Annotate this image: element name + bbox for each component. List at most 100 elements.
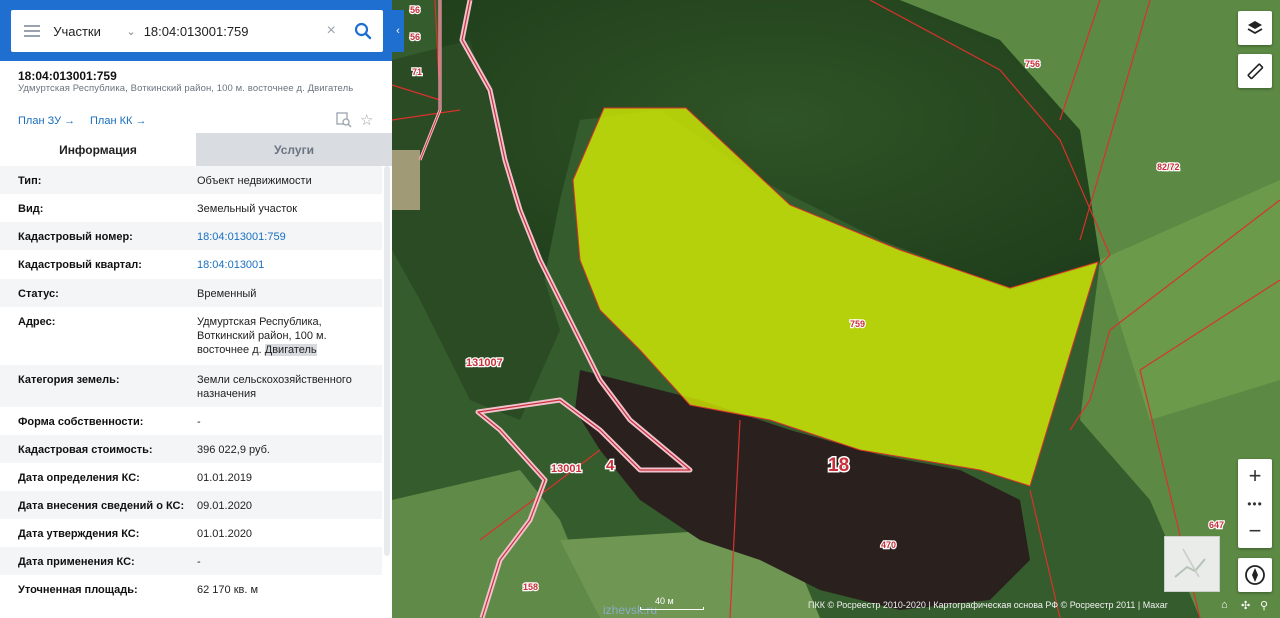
parcel-address: Удмуртская Республика, Воткинский район,…	[18, 83, 354, 94]
info-key: Кадастровый номер:	[18, 231, 133, 243]
map-label-4: 4	[606, 457, 615, 474]
search-bar: Участки ⌄ ×	[0, 0, 392, 61]
map-label-647: 647	[1209, 520, 1224, 530]
search-box: Участки ⌄ ×	[11, 10, 383, 52]
info-row: Кадастровый номер: 18:04:013001:759	[0, 222, 382, 250]
info-value: Объект недвижимости	[197, 175, 312, 187]
chevron-left-icon: ‹	[396, 25, 400, 37]
zoom-more-button[interactable]: •••	[1238, 493, 1272, 514]
info-key: Адрес:	[18, 316, 56, 328]
info-table: Тип: Объект недвижимости Вид: Земельный …	[0, 166, 382, 603]
info-key: Форма собственности:	[18, 416, 144, 428]
ruler-icon	[1247, 63, 1264, 80]
info-value: -	[197, 416, 201, 428]
home-icon[interactable]: ⌂	[1221, 599, 1228, 611]
search-type-select[interactable]: Участки ⌄	[53, 10, 141, 52]
map-label-82772: 82/72	[1157, 162, 1180, 172]
search-icon[interactable]	[343, 10, 383, 52]
compass-icon	[1245, 565, 1265, 585]
locate-icon[interactable]: ✣	[1241, 599, 1250, 612]
info-row: Уточненная площадь: 62 170 кв. м	[0, 575, 382, 603]
info-value: Временный	[197, 288, 257, 300]
star-icon[interactable]: ☆	[360, 111, 373, 129]
zoom-in-button[interactable]: +	[1238, 459, 1272, 493]
close-icon[interactable]: ×	[320, 10, 343, 52]
menu-icon[interactable]	[11, 10, 53, 52]
ruler-button[interactable]	[1238, 54, 1272, 88]
parcel-header: 18:04:013001:759 Удмуртская Республика, …	[0, 61, 392, 133]
search-type-label: Участки	[53, 23, 101, 39]
compass-button[interactable]	[1238, 558, 1272, 592]
info-key: Тип:	[18, 175, 42, 187]
info-key: Уточненная площадь:	[18, 584, 138, 596]
info-key: Кадастровый квартал:	[18, 259, 142, 271]
info-value: Земельный участок	[197, 203, 298, 215]
info-key: Дата внесения сведений о КС:	[18, 500, 185, 512]
info-row: Кадастровая стоимость: 396 022,9 руб.	[0, 435, 382, 463]
minimap-graphic	[1174, 548, 1206, 578]
map-label-131007: 131007	[466, 357, 503, 369]
info-value: 09.01.2020	[197, 500, 253, 512]
plan-kk-link[interactable]: План КК →	[90, 115, 146, 127]
watermark: izhevsk.ru	[603, 603, 658, 617]
zoom-out-button[interactable]: −	[1238, 514, 1272, 548]
minimap[interactable]	[1164, 536, 1220, 592]
person-icon[interactable]: ⚲	[1260, 599, 1268, 612]
map-label-158: 158	[523, 582, 538, 592]
info-key: Кадастровая стоимость:	[18, 444, 153, 456]
scale-bar	[640, 607, 704, 610]
map-label-56: 56	[410, 5, 420, 15]
map-label-756: 756	[1025, 59, 1040, 69]
address-value: Удмуртская Республика, Воткинский район,…	[197, 315, 377, 357]
layers-icon	[1247, 21, 1263, 35]
info-row: Дата внесения сведений о КС: 09.01.2020	[0, 491, 382, 519]
info-value: Земли сельскохозяйственного назначения	[197, 374, 352, 400]
map-label-13001: 13001	[551, 463, 582, 475]
panel-tabs: Информация Услуги	[0, 133, 392, 166]
info-row: Категория земель: Земли сельскохозяйстве…	[0, 365, 382, 407]
info-row: Тип: Объект недвижимости	[0, 166, 382, 194]
info-value: 62 170 кв. м	[197, 584, 259, 596]
panel-scrollbar[interactable]	[384, 166, 390, 556]
info-value: 01.01.2019	[197, 472, 253, 484]
zoom-to-parcel-icon[interactable]	[336, 112, 352, 131]
info-key: Статус:	[18, 288, 59, 300]
zoom-control: + ••• −	[1238, 459, 1272, 548]
info-key: Дата применения КС:	[18, 556, 135, 568]
map-label-18: 18	[828, 455, 849, 476]
chevron-down-icon: ⌄	[126, 25, 136, 38]
info-row: Статус: Временный	[0, 279, 382, 307]
plan-zu-link[interactable]: План ЗУ →	[18, 115, 75, 127]
cadastral-number-link[interactable]: 18:04:013001:759	[197, 230, 377, 244]
map-label-470: 470	[881, 540, 896, 550]
tab-services[interactable]: Услуги	[196, 133, 392, 166]
info-key: Вид:	[18, 203, 44, 215]
info-row: Форма собственности: -	[0, 407, 382, 435]
info-key: Дата определения КС:	[18, 472, 140, 484]
info-row: Вид: Земельный участок	[0, 194, 382, 222]
info-row: Кадастровый квартал: 18:04:013001	[0, 250, 382, 279]
scale-label: 40 м	[655, 596, 674, 606]
info-row: Дата определения КС: 01.01.2019	[0, 463, 382, 491]
search-input[interactable]	[141, 10, 320, 52]
info-value: -	[197, 556, 201, 568]
info-value: 396 022,9 руб.	[197, 444, 270, 456]
tab-information[interactable]: Информация	[0, 133, 196, 166]
info-row: Дата применения КС: -	[0, 547, 382, 575]
zoom-to-parcel-glyph	[336, 112, 352, 128]
address-highlight: Двигатель	[264, 344, 317, 356]
map-attribution: ПКК © Росреестр 2010-2020 | Картографиче…	[808, 600, 1168, 610]
cadastral-quarter-link[interactable]: 18:04:013001	[197, 258, 377, 272]
info-row: Адрес: Удмуртская Республика, Воткинский…	[0, 307, 382, 365]
parcel-title: 18:04:013001:759	[18, 69, 117, 83]
info-panel: Участки ⌄ × 18:04:013001:759 Удмуртская …	[0, 0, 392, 618]
info-key: Категория земель:	[18, 374, 120, 386]
layers-button[interactable]	[1238, 11, 1272, 45]
map-label-56b: 56	[410, 32, 420, 42]
map-label-71: 71	[412, 67, 422, 77]
info-value: 01.01.2020	[197, 528, 253, 540]
collapse-panel-button[interactable]: ‹	[392, 10, 404, 52]
search-glyph	[354, 22, 372, 40]
info-key: Дата утверждения КС:	[18, 528, 140, 540]
info-row: Дата утверждения КС: 01.01.2020	[0, 519, 382, 547]
